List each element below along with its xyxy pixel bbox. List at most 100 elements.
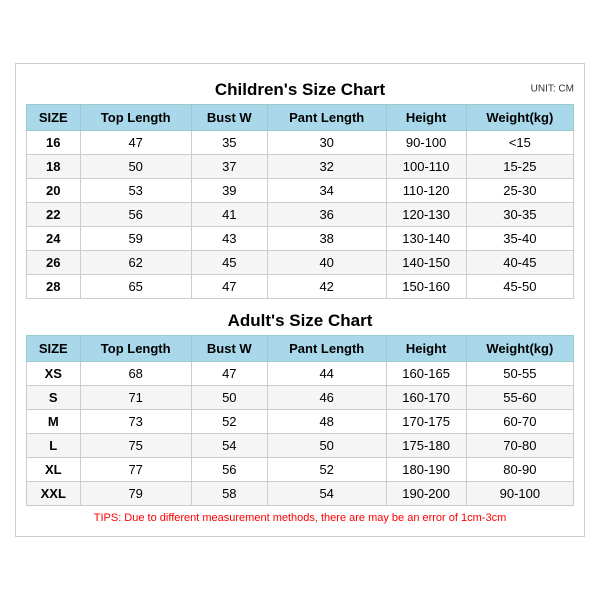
table-cell: XL <box>27 458 81 482</box>
adult-header-row: SIZE Top Length Bust W Pant Length Heigh… <box>27 336 574 362</box>
table-cell: 20 <box>27 179 81 203</box>
children-header-row: SIZE Top Length Bust W Pant Length Heigh… <box>27 105 574 131</box>
table-cell: 52 <box>267 458 386 482</box>
table-cell: 26 <box>27 251 81 275</box>
adult-col-top-length: Top Length <box>80 336 191 362</box>
table-cell: 120-130 <box>386 203 466 227</box>
children-col-height: Height <box>386 105 466 131</box>
table-cell: 75 <box>80 434 191 458</box>
table-cell: 48 <box>267 410 386 434</box>
adult-col-height: Height <box>386 336 466 362</box>
table-cell: 52 <box>191 410 267 434</box>
table-cell: 170-175 <box>386 410 466 434</box>
table-cell: 180-190 <box>386 458 466 482</box>
adult-col-bust-w: Bust W <box>191 336 267 362</box>
table-row: 22564136120-13030-35 <box>27 203 574 227</box>
table-row: 1647353090-100<15 <box>27 131 574 155</box>
adult-title-text: Adult's Size Chart <box>228 311 373 330</box>
table-row: S715046160-17055-60 <box>27 386 574 410</box>
table-cell: 35 <box>191 131 267 155</box>
table-cell: 50-55 <box>466 362 573 386</box>
tips-text: TIPS: Due to different measurement metho… <box>26 506 574 526</box>
adult-col-size: SIZE <box>27 336 81 362</box>
children-title-text: Children's Size Chart <box>215 80 385 99</box>
table-cell: 46 <box>267 386 386 410</box>
table-row: M735248170-17560-70 <box>27 410 574 434</box>
table-cell: <15 <box>466 131 573 155</box>
table-cell: 130-140 <box>386 227 466 251</box>
table-row: L755450175-18070-80 <box>27 434 574 458</box>
table-cell: 54 <box>191 434 267 458</box>
table-cell: 56 <box>80 203 191 227</box>
table-cell: 175-180 <box>386 434 466 458</box>
table-cell: 47 <box>191 362 267 386</box>
children-col-size: SIZE <box>27 105 81 131</box>
table-row: XL775652180-19080-90 <box>27 458 574 482</box>
table-cell: 42 <box>267 275 386 299</box>
table-cell: 190-200 <box>386 482 466 506</box>
children-size-table: SIZE Top Length Bust W Pant Length Heigh… <box>26 104 574 299</box>
table-cell: 55-60 <box>466 386 573 410</box>
table-cell: 43 <box>191 227 267 251</box>
children-col-weight: Weight(kg) <box>466 105 573 131</box>
table-cell: 70-80 <box>466 434 573 458</box>
table-cell: 50 <box>267 434 386 458</box>
table-cell: 22 <box>27 203 81 227</box>
table-cell: 35-40 <box>466 227 573 251</box>
chart-container: Children's Size Chart UNIT: CM SIZE Top … <box>15 63 585 537</box>
table-cell: L <box>27 434 81 458</box>
table-cell: 38 <box>267 227 386 251</box>
table-cell: 110-120 <box>386 179 466 203</box>
table-cell: 45-50 <box>466 275 573 299</box>
adult-size-table: SIZE Top Length Bust W Pant Length Heigh… <box>26 335 574 506</box>
table-cell: 40 <box>267 251 386 275</box>
table-cell: 47 <box>191 275 267 299</box>
table-cell: 150-160 <box>386 275 466 299</box>
table-cell: XXL <box>27 482 81 506</box>
table-cell: 34 <box>267 179 386 203</box>
table-cell: 73 <box>80 410 191 434</box>
table-cell: 56 <box>191 458 267 482</box>
table-cell: 30 <box>267 131 386 155</box>
adult-section-title: Adult's Size Chart <box>26 305 574 335</box>
table-cell: 71 <box>80 386 191 410</box>
table-row: 20533934110-12025-30 <box>27 179 574 203</box>
table-cell: 160-170 <box>386 386 466 410</box>
table-cell: 59 <box>80 227 191 251</box>
table-cell: M <box>27 410 81 434</box>
table-cell: S <box>27 386 81 410</box>
table-cell: 36 <box>267 203 386 227</box>
unit-label: UNIT: CM <box>531 84 574 95</box>
table-cell: 32 <box>267 155 386 179</box>
children-col-bust-w: Bust W <box>191 105 267 131</box>
table-row: XXL795854190-20090-100 <box>27 482 574 506</box>
table-row: 28654742150-16045-50 <box>27 275 574 299</box>
table-cell: 45 <box>191 251 267 275</box>
table-cell: 30-35 <box>466 203 573 227</box>
table-cell: 54 <box>267 482 386 506</box>
table-row: 24594338130-14035-40 <box>27 227 574 251</box>
table-cell: 60-70 <box>466 410 573 434</box>
table-cell: 90-100 <box>466 482 573 506</box>
table-cell: 62 <box>80 251 191 275</box>
table-cell: 160-165 <box>386 362 466 386</box>
table-cell: 28 <box>27 275 81 299</box>
table-cell: 41 <box>191 203 267 227</box>
table-cell: XS <box>27 362 81 386</box>
table-row: 26624540140-15040-45 <box>27 251 574 275</box>
table-row: XS684744160-16550-55 <box>27 362 574 386</box>
table-cell: 37 <box>191 155 267 179</box>
table-cell: 25-30 <box>466 179 573 203</box>
table-cell: 58 <box>191 482 267 506</box>
table-cell: 53 <box>80 179 191 203</box>
table-cell: 50 <box>80 155 191 179</box>
table-cell: 15-25 <box>466 155 573 179</box>
table-cell: 140-150 <box>386 251 466 275</box>
table-cell: 44 <box>267 362 386 386</box>
table-cell: 16 <box>27 131 81 155</box>
table-cell: 80-90 <box>466 458 573 482</box>
table-cell: 90-100 <box>386 131 466 155</box>
table-cell: 40-45 <box>466 251 573 275</box>
children-col-top-length: Top Length <box>80 105 191 131</box>
table-cell: 100-110 <box>386 155 466 179</box>
